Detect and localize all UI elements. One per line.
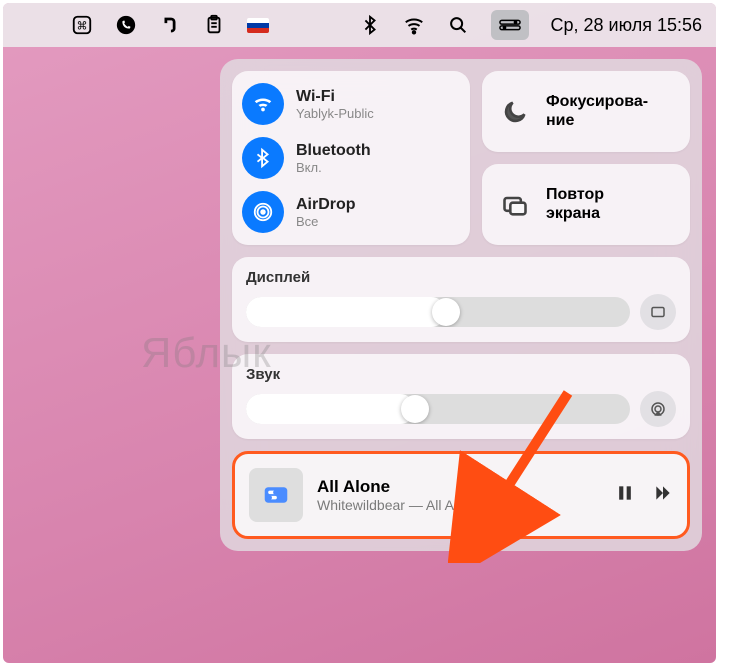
sound-title: Звук <box>246 366 676 383</box>
focus-label: Фокусирова- ние <box>546 93 648 130</box>
now-playing-title: All Alone <box>317 477 601 497</box>
watermark: Яблык <box>141 329 272 377</box>
now-playing-card[interactable]: All Alone Whitewildbear — All Alone - Si… <box>232 451 690 539</box>
display-slider[interactable] <box>246 297 630 327</box>
display-title: Дисплей <box>246 269 676 286</box>
now-playing-subtitle: Whitewildbear — All Alone - Si… <box>317 497 601 513</box>
bluetooth-title: Bluetooth <box>296 142 371 160</box>
airdrop-title: AirDrop <box>296 196 356 214</box>
wifi-toggle[interactable]: Wi-Fi Yablyk-Public <box>242 83 460 125</box>
sound-card: Звук <box>232 354 690 439</box>
control-center-panel: Wi-Fi Yablyk-Public Bluetooth Вкл. AirDr… <box>220 59 702 551</box>
display-settings-button[interactable] <box>640 294 676 330</box>
evernote-icon[interactable] <box>159 14 181 36</box>
menubar-date-time[interactable]: Ср, 28 июля 15:56 <box>551 15 703 36</box>
input-source-flag-icon[interactable] <box>247 18 269 33</box>
airdrop-subtitle: Все <box>296 214 356 229</box>
album-art <box>249 468 303 522</box>
bluetooth-icon <box>242 137 284 179</box>
desktop: ⌘ Ср, 28 июля 15:56 Wi-Fi Yablyk-Public <box>3 3 716 663</box>
spotlight-icon[interactable] <box>447 14 469 36</box>
wifi-title: Wi-Fi <box>296 88 374 106</box>
pause-button[interactable] <box>615 483 635 508</box>
viber-icon[interactable] <box>115 14 137 36</box>
wifi-icon <box>242 83 284 125</box>
airplay-audio-button[interactable] <box>640 391 676 427</box>
connectivity-card: Wi-Fi Yablyk-Public Bluetooth Вкл. AirDr… <box>232 71 470 245</box>
screen-mirroring-card[interactable]: Повтор экрана <box>482 164 690 245</box>
display-card: Дисплей <box>232 257 690 342</box>
airdrop-icon <box>242 191 284 233</box>
moon-icon <box>496 93 534 131</box>
bluetooth-toggle[interactable]: Bluetooth Вкл. <box>242 137 460 179</box>
wifi-menubar-icon[interactable] <box>403 14 425 36</box>
next-track-button[interactable] <box>653 483 673 508</box>
svg-text:⌘: ⌘ <box>77 21 88 33</box>
focus-card[interactable]: Фокусирова- ние <box>482 71 690 152</box>
control-center-icon[interactable] <box>491 10 529 40</box>
airdrop-toggle[interactable]: AirDrop Все <box>242 191 460 233</box>
keyboard-shortcuts-icon[interactable]: ⌘ <box>71 14 93 36</box>
bluetooth-menubar-icon[interactable] <box>359 14 381 36</box>
sound-slider[interactable] <box>246 394 630 424</box>
menubar: ⌘ Ср, 28 июля 15:56 <box>3 3 716 47</box>
bluetooth-subtitle: Вкл. <box>296 160 371 175</box>
screen-mirror-label: Повтор экрана <box>546 186 604 223</box>
clipboard-icon[interactable] <box>203 14 225 36</box>
screen-mirror-icon <box>496 186 534 224</box>
wifi-subtitle: Yablyk-Public <box>296 106 374 121</box>
